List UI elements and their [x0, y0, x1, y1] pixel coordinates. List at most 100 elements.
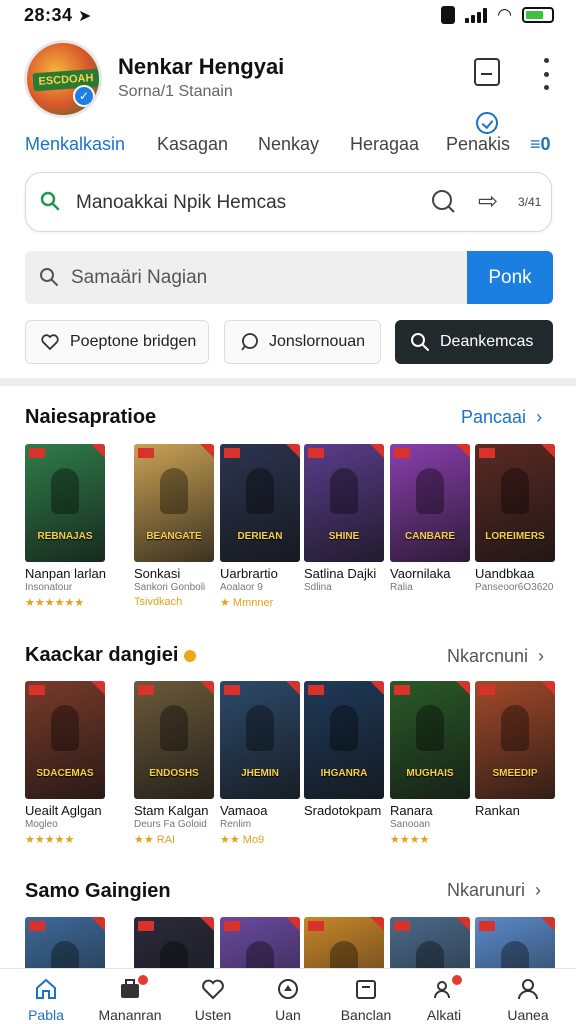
game-subtitle: Sanooan [390, 819, 431, 830]
cover-corner [370, 444, 384, 458]
game-name: Stam Kalgan [134, 803, 209, 818]
game-cover-image[interactable]: ENDOSHS [134, 681, 214, 799]
nav-item-6[interactable]: Alkati [408, 969, 480, 1024]
character-figure [160, 705, 188, 751]
game-cover-image[interactable]: SMEEDIP [475, 681, 555, 799]
game-card[interactable]: BEANGATE Sonkasi Sankori Gonboli Tsivdkach [134, 444, 214, 608]
check-badge-icon [476, 112, 498, 134]
tab-1[interactable]: Menkalkasin [25, 134, 125, 155]
cover-corner [370, 917, 384, 931]
tab-5[interactable]: Penakis [446, 134, 510, 155]
cover-tag [138, 685, 154, 695]
cover-title: REBNAJAS [37, 531, 93, 542]
game-card[interactable]: REBNAJAS Nanpan larlan Insonatour ★★★★★★ [25, 444, 106, 609]
game-card[interactable]: SDACEMAS Ueailt Aglgan Mogleo ★★★★★ [25, 681, 105, 846]
profile-icon [518, 979, 538, 1000]
cover-tag [394, 685, 410, 695]
nav-item-3[interactable]: Usten [177, 969, 249, 1024]
game-cover-image[interactable]: IHGANRA [304, 681, 384, 799]
cover-title: ENDOSHS [149, 768, 199, 779]
game-rating: ★★★★★ [25, 834, 75, 846]
share-icon[interactable]: ⇨ [478, 189, 498, 215]
character-figure [501, 468, 529, 514]
tab-4[interactable]: Heragaa [350, 134, 419, 155]
cover-title: DERIEAN [237, 531, 283, 542]
chip-discussion[interactable]: Jonslornouan [224, 320, 381, 364]
battery-icon [522, 7, 554, 23]
search-submit-button[interactable]: Ponk [467, 251, 553, 304]
nav-item-1[interactable]: Pabla [10, 969, 82, 1024]
game-cover-image[interactable]: BEANGATE [134, 444, 214, 562]
cover-tag [138, 921, 154, 931]
cover-tag [29, 685, 45, 695]
tab-more-button[interactable]: ≡0 [530, 134, 551, 155]
game-cover-image[interactable]: SHINE [304, 444, 384, 562]
search-icon [40, 268, 58, 286]
nav-label: Banclan [340, 1007, 392, 1023]
chip-favorites[interactable]: Poeptone bridgen [25, 320, 209, 364]
bookmark-button[interactable] [474, 58, 500, 86]
game-card[interactable]: IHGANRA Sradotokpam [304, 681, 384, 818]
cover-title: SMEEDIP [492, 768, 538, 779]
character-figure [501, 705, 529, 751]
game-card[interactable]: SHINE Satlina Dajki Sdlina [304, 444, 384, 593]
game-rating: ★★★★ [390, 834, 430, 846]
nav-label: Uan [275, 1007, 301, 1023]
game-card[interactable]: LOREIMERS Uandbkaa Panseoor6O3620 [475, 444, 555, 593]
cover-corner [456, 444, 470, 458]
hot-icon [184, 649, 197, 662]
character-figure [416, 705, 444, 751]
cover-corner [456, 917, 470, 931]
nav-item-2[interactable]: Mananran [94, 969, 166, 1024]
cover-tag [308, 685, 324, 695]
more-options-button[interactable] [536, 56, 556, 92]
game-cover-image[interactable]: REBNAJAS [25, 444, 105, 562]
game-card[interactable]: SMEEDIP Rankan [475, 681, 555, 818]
secondary-search-field[interactable]: Samaäri Nagian [25, 251, 467, 304]
search-input[interactable]: Manoakkai Npik Hemcas [76, 192, 286, 214]
signal-icon [465, 7, 488, 23]
game-name: Nanpan larlan [25, 566, 106, 581]
secondary-search-input[interactable]: Samaäri Nagian [71, 267, 207, 289]
game-subtitle: Deurs Fa Goloid [134, 819, 207, 830]
game-subtitle: Sdlina [304, 582, 332, 593]
game-cover-image[interactable]: SDACEMAS [25, 681, 105, 799]
game-subtitle: Sankori Gonboli [134, 582, 206, 593]
game-card[interactable]: CANBARE Vaornilaka Ralia [390, 444, 470, 593]
cover-title: LOREIMERS [485, 531, 545, 542]
tab-2[interactable]: Kasagan [157, 134, 228, 155]
game-cover-image[interactable]: DERIEAN [220, 444, 300, 562]
game-cover-image[interactable]: LOREIMERS [475, 444, 555, 562]
game-cover-image[interactable]: MUGHAIS [390, 681, 470, 799]
search-bar[interactable]: Manoakkai Npik Hemcas ⇨ 3/41 [25, 172, 552, 232]
section-link-trending[interactable]: Nkarcnuni › [447, 646, 544, 667]
nav-item-5[interactable]: Banclan [330, 969, 402, 1024]
game-card[interactable]: MUGHAIS Ranara Sanooan ★★★★ [390, 681, 470, 846]
section-link-featured[interactable]: Pancaai › [461, 407, 542, 428]
game-cover-image[interactable]: JHEMIN [220, 681, 300, 799]
game-rating: ★★ RAI [134, 834, 176, 846]
cover-corner [370, 681, 384, 695]
chip-search[interactable]: Deankemcas [395, 320, 553, 364]
cover-corner [200, 444, 214, 458]
game-card[interactable]: ENDOSHS Stam Kalgan Deurs Fa Goloid ★★ RAI [134, 681, 214, 846]
cover-tag [308, 448, 324, 458]
search-count: 3/41 [518, 195, 542, 209]
game-card[interactable]: JHEMIN Vamaoa Renlim ★★ Mo9 [220, 681, 300, 846]
nav-label: Pabla [28, 1007, 64, 1023]
app-title: Nenkar Hengyai [118, 54, 285, 79]
section-link-more[interactable]: Nkarunuri › [447, 880, 541, 901]
section-link-label: Nkarcnuni [447, 646, 529, 666]
lens-search-icon[interactable] [430, 188, 456, 214]
chevron-right-icon: › [535, 880, 542, 900]
nav-item-4[interactable]: Uan [252, 969, 324, 1024]
game-card[interactable]: DERIEAN Uarbrartio Aoalaor 9 ★ Mmnner [220, 444, 300, 609]
cover-corner [541, 444, 555, 458]
nav-item-7[interactable]: Uanea [492, 969, 564, 1024]
character-figure [51, 468, 79, 514]
cover-corner [456, 681, 470, 695]
game-cover-image[interactable]: CANBARE [390, 444, 470, 562]
cover-corner [200, 681, 214, 695]
tab-3[interactable]: Nenkay [258, 134, 319, 155]
character-figure [416, 468, 444, 514]
